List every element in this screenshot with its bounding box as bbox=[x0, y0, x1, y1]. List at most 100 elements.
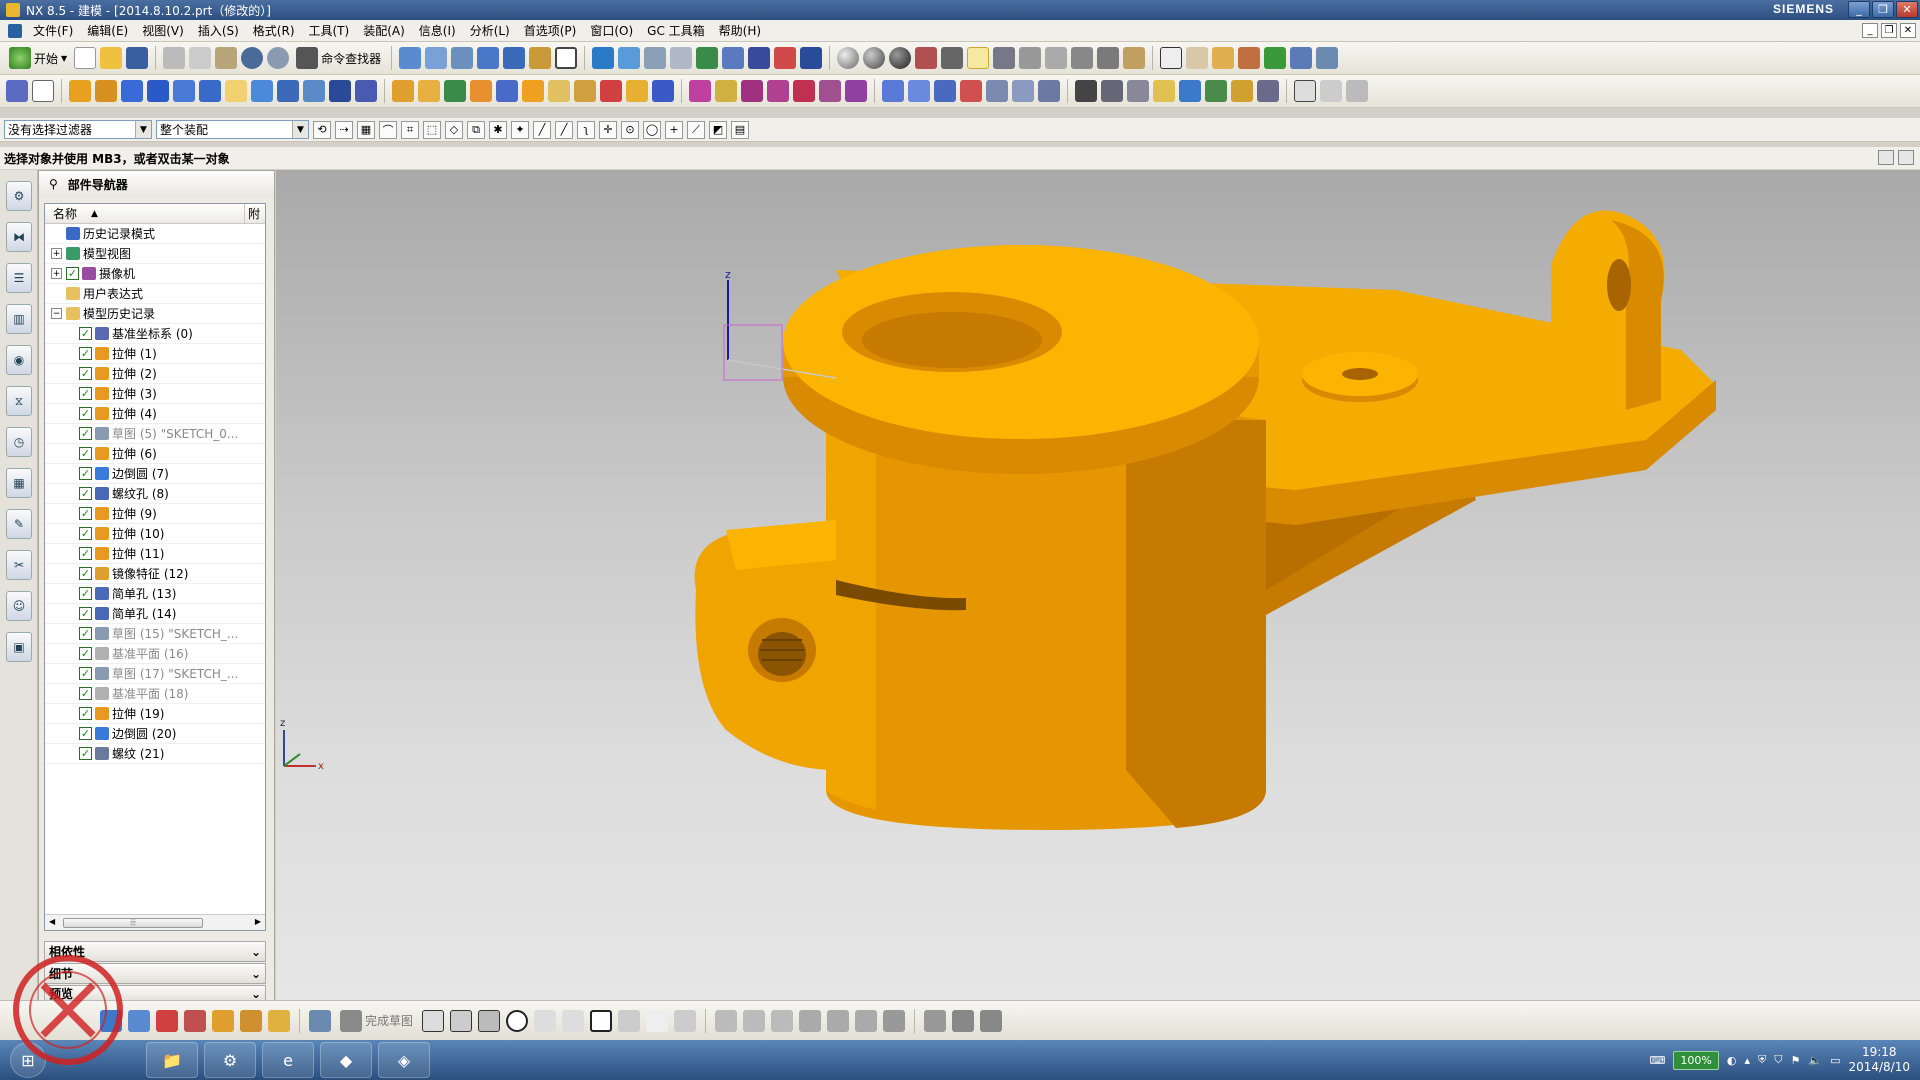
status-toggle-icon[interactable] bbox=[1878, 150, 1894, 165]
menu-preferences[interactable]: 首选项(P) bbox=[517, 22, 584, 39]
tree-row[interactable]: ✓ 拉伸 (3) bbox=[45, 384, 265, 404]
section-view-icon[interactable] bbox=[748, 47, 771, 69]
select-arrow-icon[interactable] bbox=[967, 47, 990, 69]
n-sided-icon[interactable] bbox=[986, 80, 1008, 102]
layer-icon[interactable] bbox=[529, 47, 552, 69]
sketch-plane-icon[interactable] bbox=[32, 80, 54, 102]
fillet-icon[interactable] bbox=[534, 1009, 557, 1032]
tree-row[interactable]: ✓ 螺纹孔 (8) bbox=[45, 484, 265, 504]
taskbar-settings[interactable]: ⚙ bbox=[204, 1042, 256, 1078]
snap-all-icon[interactable]: ✱ bbox=[489, 120, 507, 139]
ruled-icon[interactable] bbox=[960, 80, 982, 102]
split-body-icon[interactable] bbox=[418, 80, 440, 102]
tree-row[interactable]: − 模型历史记录 bbox=[45, 304, 265, 324]
check-icon[interactable] bbox=[1264, 47, 1287, 69]
table-icon[interactable] bbox=[1186, 47, 1209, 69]
pad-icon[interactable] bbox=[303, 80, 325, 102]
triangle-icon[interactable] bbox=[1160, 47, 1183, 69]
tree-row[interactable]: ✓ 基准平面 (16) bbox=[45, 644, 265, 664]
tree-row[interactable]: ✓ 边倒圆 (7) bbox=[45, 464, 265, 484]
flag-icon[interactable]: ⚑ bbox=[1790, 1054, 1800, 1067]
snap-mid-icon[interactable]: ╱ bbox=[555, 120, 573, 139]
extract-geometry-icon[interactable] bbox=[793, 80, 815, 102]
menu-view[interactable]: 视图(V) bbox=[135, 22, 191, 39]
visibility-checkbox[interactable]: ✓ bbox=[79, 547, 92, 560]
tools-icon[interactable] bbox=[1123, 47, 1146, 69]
snap-point-icon[interactable]: ✦ bbox=[511, 120, 529, 139]
hole-icon[interactable] bbox=[251, 80, 273, 102]
gc-data-icon[interactable] bbox=[1205, 80, 1227, 102]
filter-reset-icon[interactable]: ⟲ bbox=[313, 120, 331, 139]
tree-row[interactable]: ✓ 草图 (15) "SKETCH_... bbox=[45, 624, 265, 644]
shield-icon[interactable]: ⛉ bbox=[1774, 1053, 1782, 1067]
menu-assemblies[interactable]: 装配(A) bbox=[356, 22, 412, 39]
intersect-icon[interactable] bbox=[496, 80, 518, 102]
model-view[interactable]: z z x bbox=[276, 170, 1920, 1000]
visibility-checkbox[interactable]: ✓ bbox=[79, 587, 92, 600]
name-column-header[interactable]: 名称 ▲ bbox=[45, 204, 245, 223]
redo-icon[interactable] bbox=[267, 47, 290, 69]
wcs-icon[interactable] bbox=[592, 47, 615, 69]
render-style-icon[interactable] bbox=[503, 47, 526, 69]
chamfer-sketch-icon[interactable] bbox=[562, 1009, 585, 1032]
menu-format[interactable]: 格式(R) bbox=[246, 22, 302, 39]
polygon-icon[interactable] bbox=[674, 1009, 697, 1032]
taskbar-ie[interactable]: e bbox=[262, 1042, 314, 1078]
pin-icon[interactable]: ⚲ bbox=[49, 177, 58, 191]
show-constraints-icon[interactable] bbox=[212, 1009, 234, 1032]
alternate-solution-icon[interactable] bbox=[924, 1009, 947, 1032]
thicken-icon[interactable] bbox=[767, 80, 789, 102]
visibility-checkbox[interactable]: ✓ bbox=[79, 327, 92, 340]
tree-row[interactable]: 用户表达式 bbox=[45, 284, 265, 304]
visibility-checkbox[interactable]: ✓ bbox=[79, 667, 92, 680]
web-browser-tab[interactable]: ◉ bbox=[6, 345, 32, 375]
visibility-checkbox[interactable]: ✓ bbox=[79, 527, 92, 540]
snap-quadrant-icon[interactable]: ◯ bbox=[643, 120, 661, 139]
tree-row[interactable]: ✓ 拉伸 (11) bbox=[45, 544, 265, 564]
taskbar-app[interactable]: ◈ bbox=[378, 1042, 430, 1078]
save-icon[interactable] bbox=[126, 47, 149, 69]
visibility-checkbox[interactable]: ✓ bbox=[79, 427, 92, 440]
close-button[interactable]: ✕ bbox=[1896, 1, 1918, 18]
clock[interactable]: 19:18 2014/8/10 bbox=[1848, 1045, 1910, 1075]
visibility-checkbox[interactable]: ✓ bbox=[79, 367, 92, 380]
swept-icon[interactable] bbox=[934, 80, 956, 102]
tree-row[interactable]: ✓ 拉伸 (4) bbox=[45, 404, 265, 424]
sphere-icon[interactable] bbox=[837, 47, 860, 69]
constraint-navigator-tab[interactable]: ⧓ bbox=[6, 222, 32, 252]
groove-icon[interactable] bbox=[355, 80, 377, 102]
derived-line-icon[interactable] bbox=[883, 1009, 906, 1032]
line-icon[interactable] bbox=[450, 1009, 473, 1032]
make-corner-icon[interactable] bbox=[771, 1009, 794, 1032]
visibility-checkbox[interactable]: ✓ bbox=[79, 507, 92, 520]
menu-analysis[interactable]: 分析(L) bbox=[463, 22, 517, 39]
cone-icon[interactable] bbox=[173, 80, 195, 102]
dimension-icon[interactable] bbox=[156, 1009, 178, 1032]
taskbar-nx[interactable]: ◆ bbox=[320, 1042, 372, 1078]
select-face-icon[interactable]: ▦ bbox=[357, 120, 375, 139]
emboss-icon[interactable] bbox=[845, 80, 867, 102]
surface-icon[interactable] bbox=[1019, 47, 1042, 69]
reuse-library-tab[interactable]: ▥ bbox=[6, 304, 32, 334]
select-edge-icon[interactable]: ⌒ bbox=[379, 120, 397, 139]
security-icon[interactable]: ⛨ bbox=[1758, 1053, 1766, 1067]
tree-row[interactable]: ✓ 基准平面 (18) bbox=[45, 684, 265, 704]
rectangle-icon[interactable] bbox=[590, 1009, 613, 1032]
tree-row[interactable]: ✓ 草图 (5) "SKETCH_0... bbox=[45, 424, 265, 444]
cut-icon[interactable] bbox=[163, 47, 186, 69]
doc-restore-button[interactable]: ❐ bbox=[1881, 23, 1897, 38]
visibility-checkbox[interactable]: ✓ bbox=[79, 387, 92, 400]
block-icon[interactable] bbox=[121, 80, 143, 102]
system-materials-tab[interactable]: ▦ bbox=[6, 468, 32, 498]
draft-icon[interactable] bbox=[574, 80, 596, 102]
edit-object-icon[interactable] bbox=[1153, 80, 1175, 102]
quick-trim-icon[interactable] bbox=[715, 1009, 738, 1032]
history-tab[interactable]: ⧖ bbox=[6, 386, 32, 416]
rotate-icon[interactable] bbox=[451, 47, 474, 69]
command-finder-button[interactable]: 命令查找器 bbox=[293, 45, 384, 71]
visibility-checkbox[interactable]: ✓ bbox=[79, 467, 92, 480]
sketch-task-icon[interactable] bbox=[309, 1009, 331, 1032]
sketch-icon[interactable] bbox=[6, 80, 28, 102]
arc-icon[interactable] bbox=[1346, 80, 1368, 102]
copy-icon[interactable] bbox=[189, 47, 212, 69]
